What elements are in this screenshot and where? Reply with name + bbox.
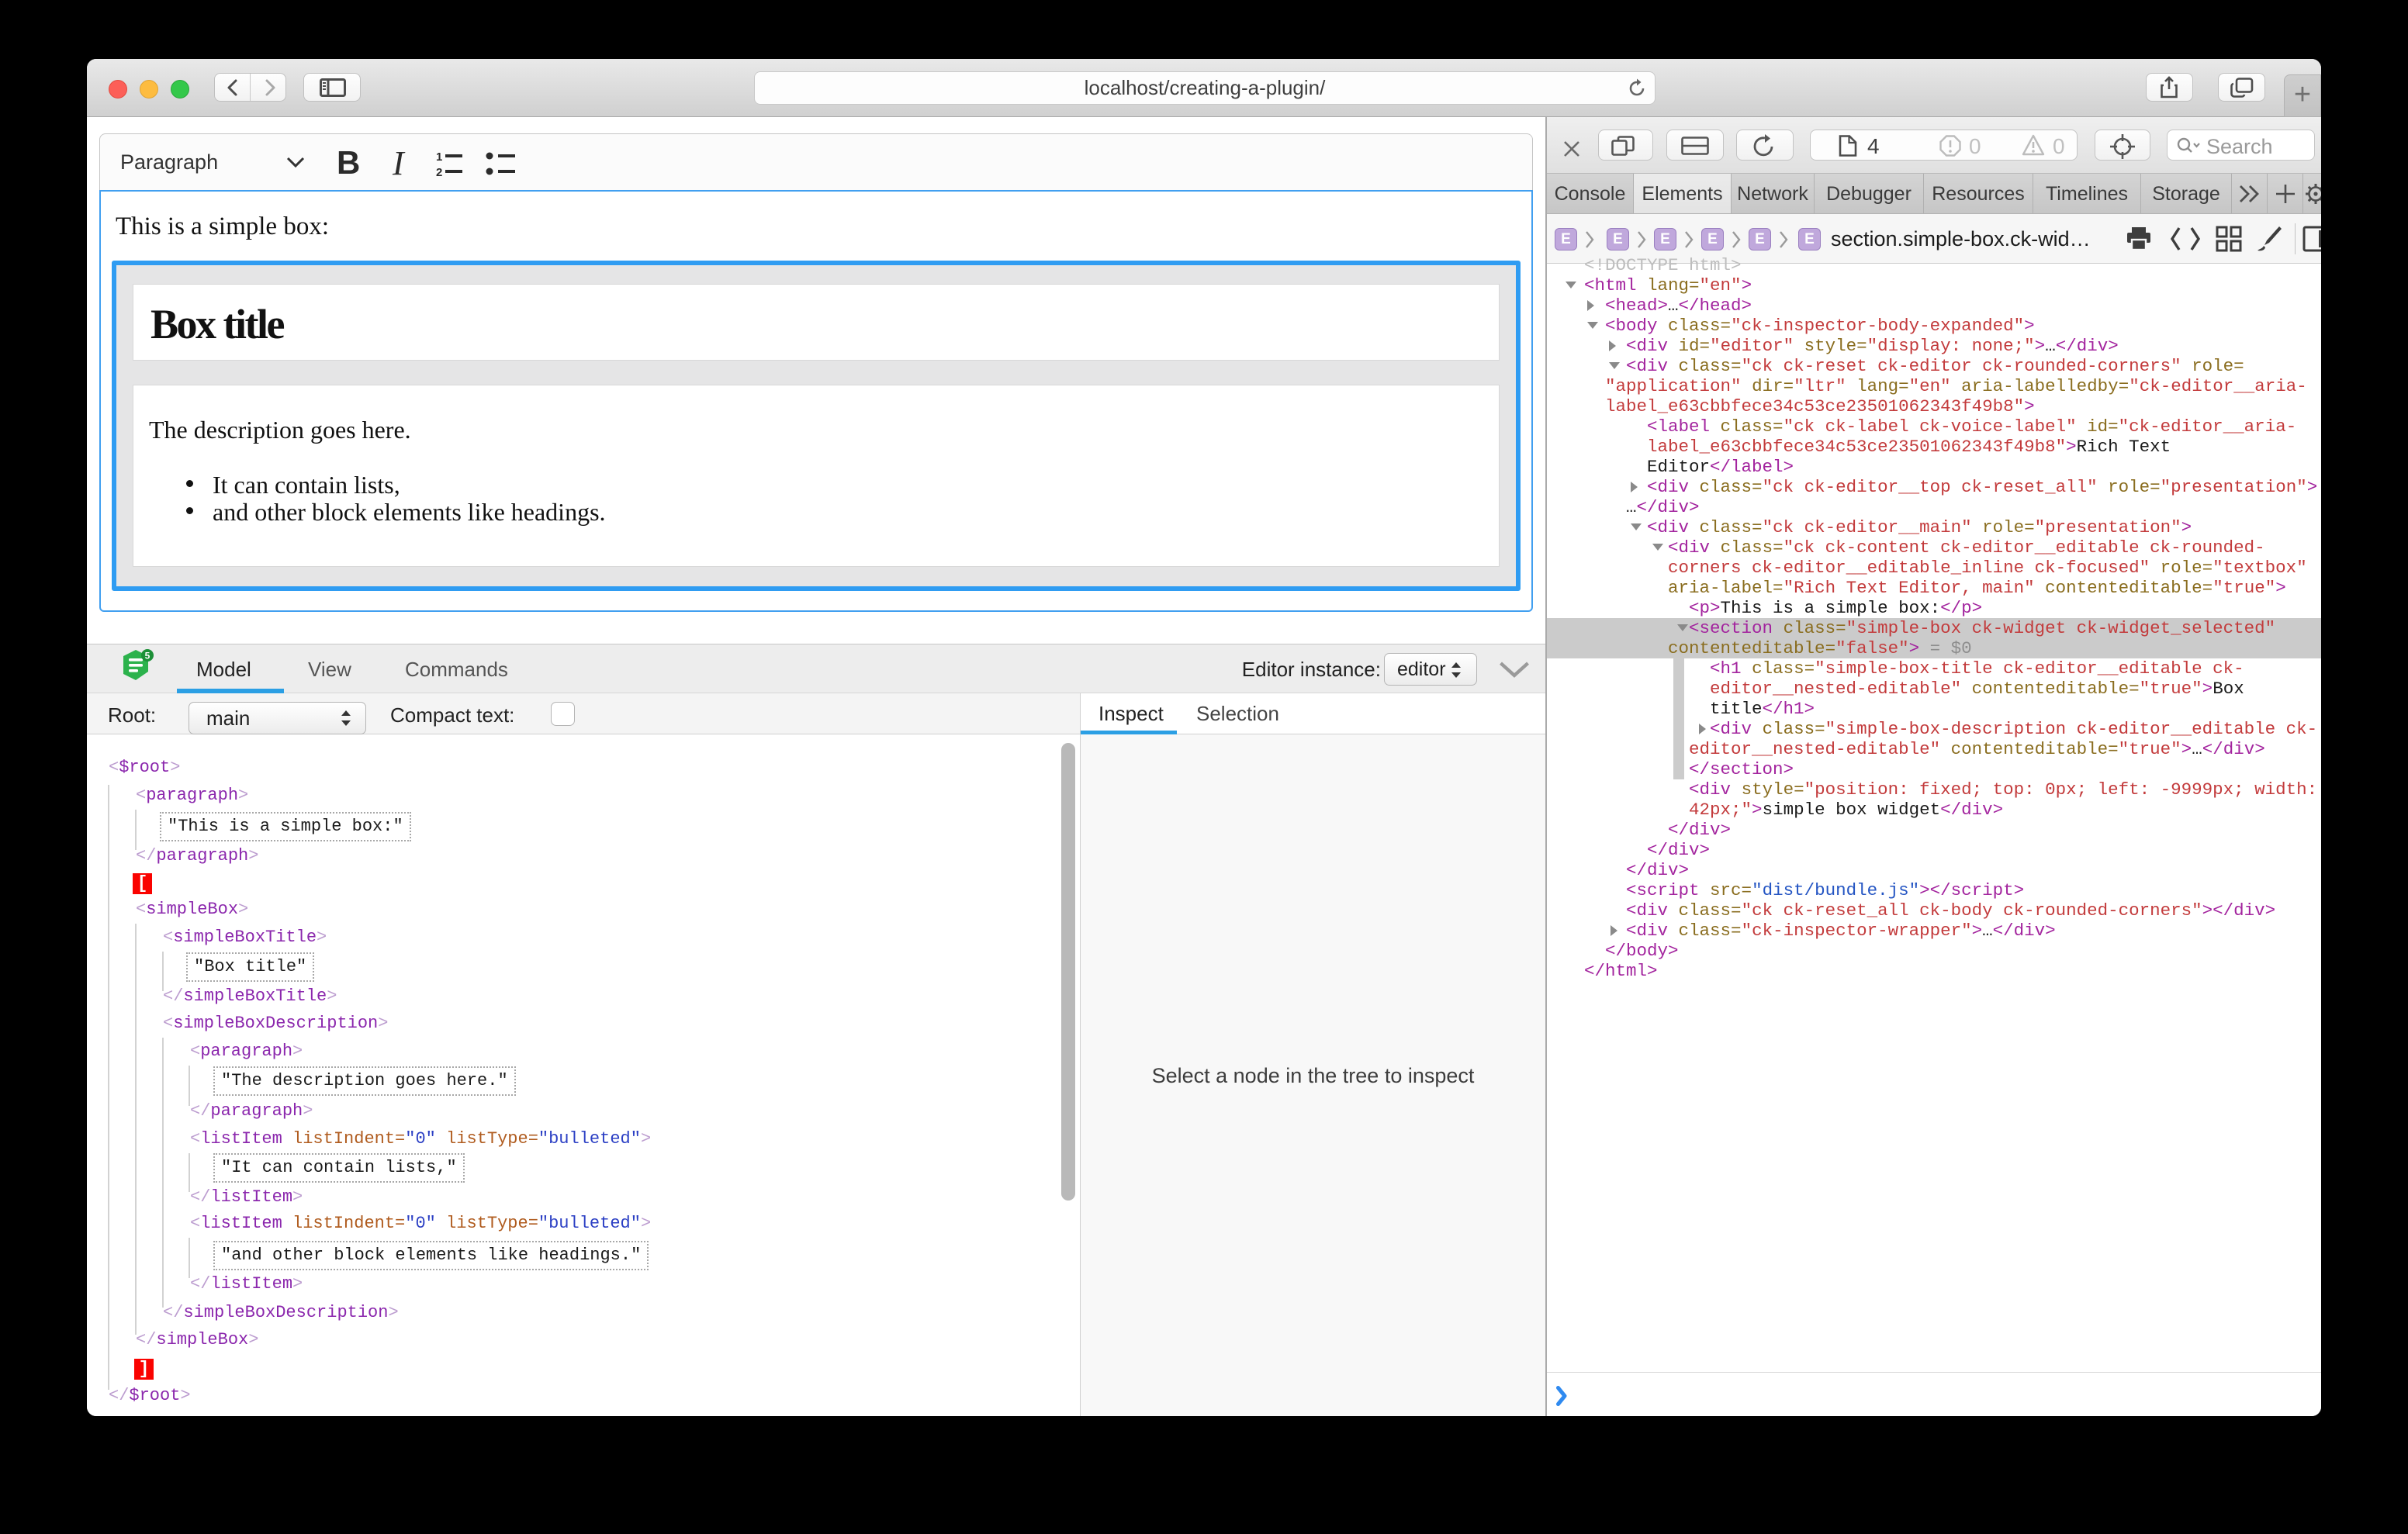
svg-text:2: 2 xyxy=(436,166,442,178)
svg-text:1: 1 xyxy=(436,150,442,164)
svg-text:5: 5 xyxy=(145,651,150,662)
